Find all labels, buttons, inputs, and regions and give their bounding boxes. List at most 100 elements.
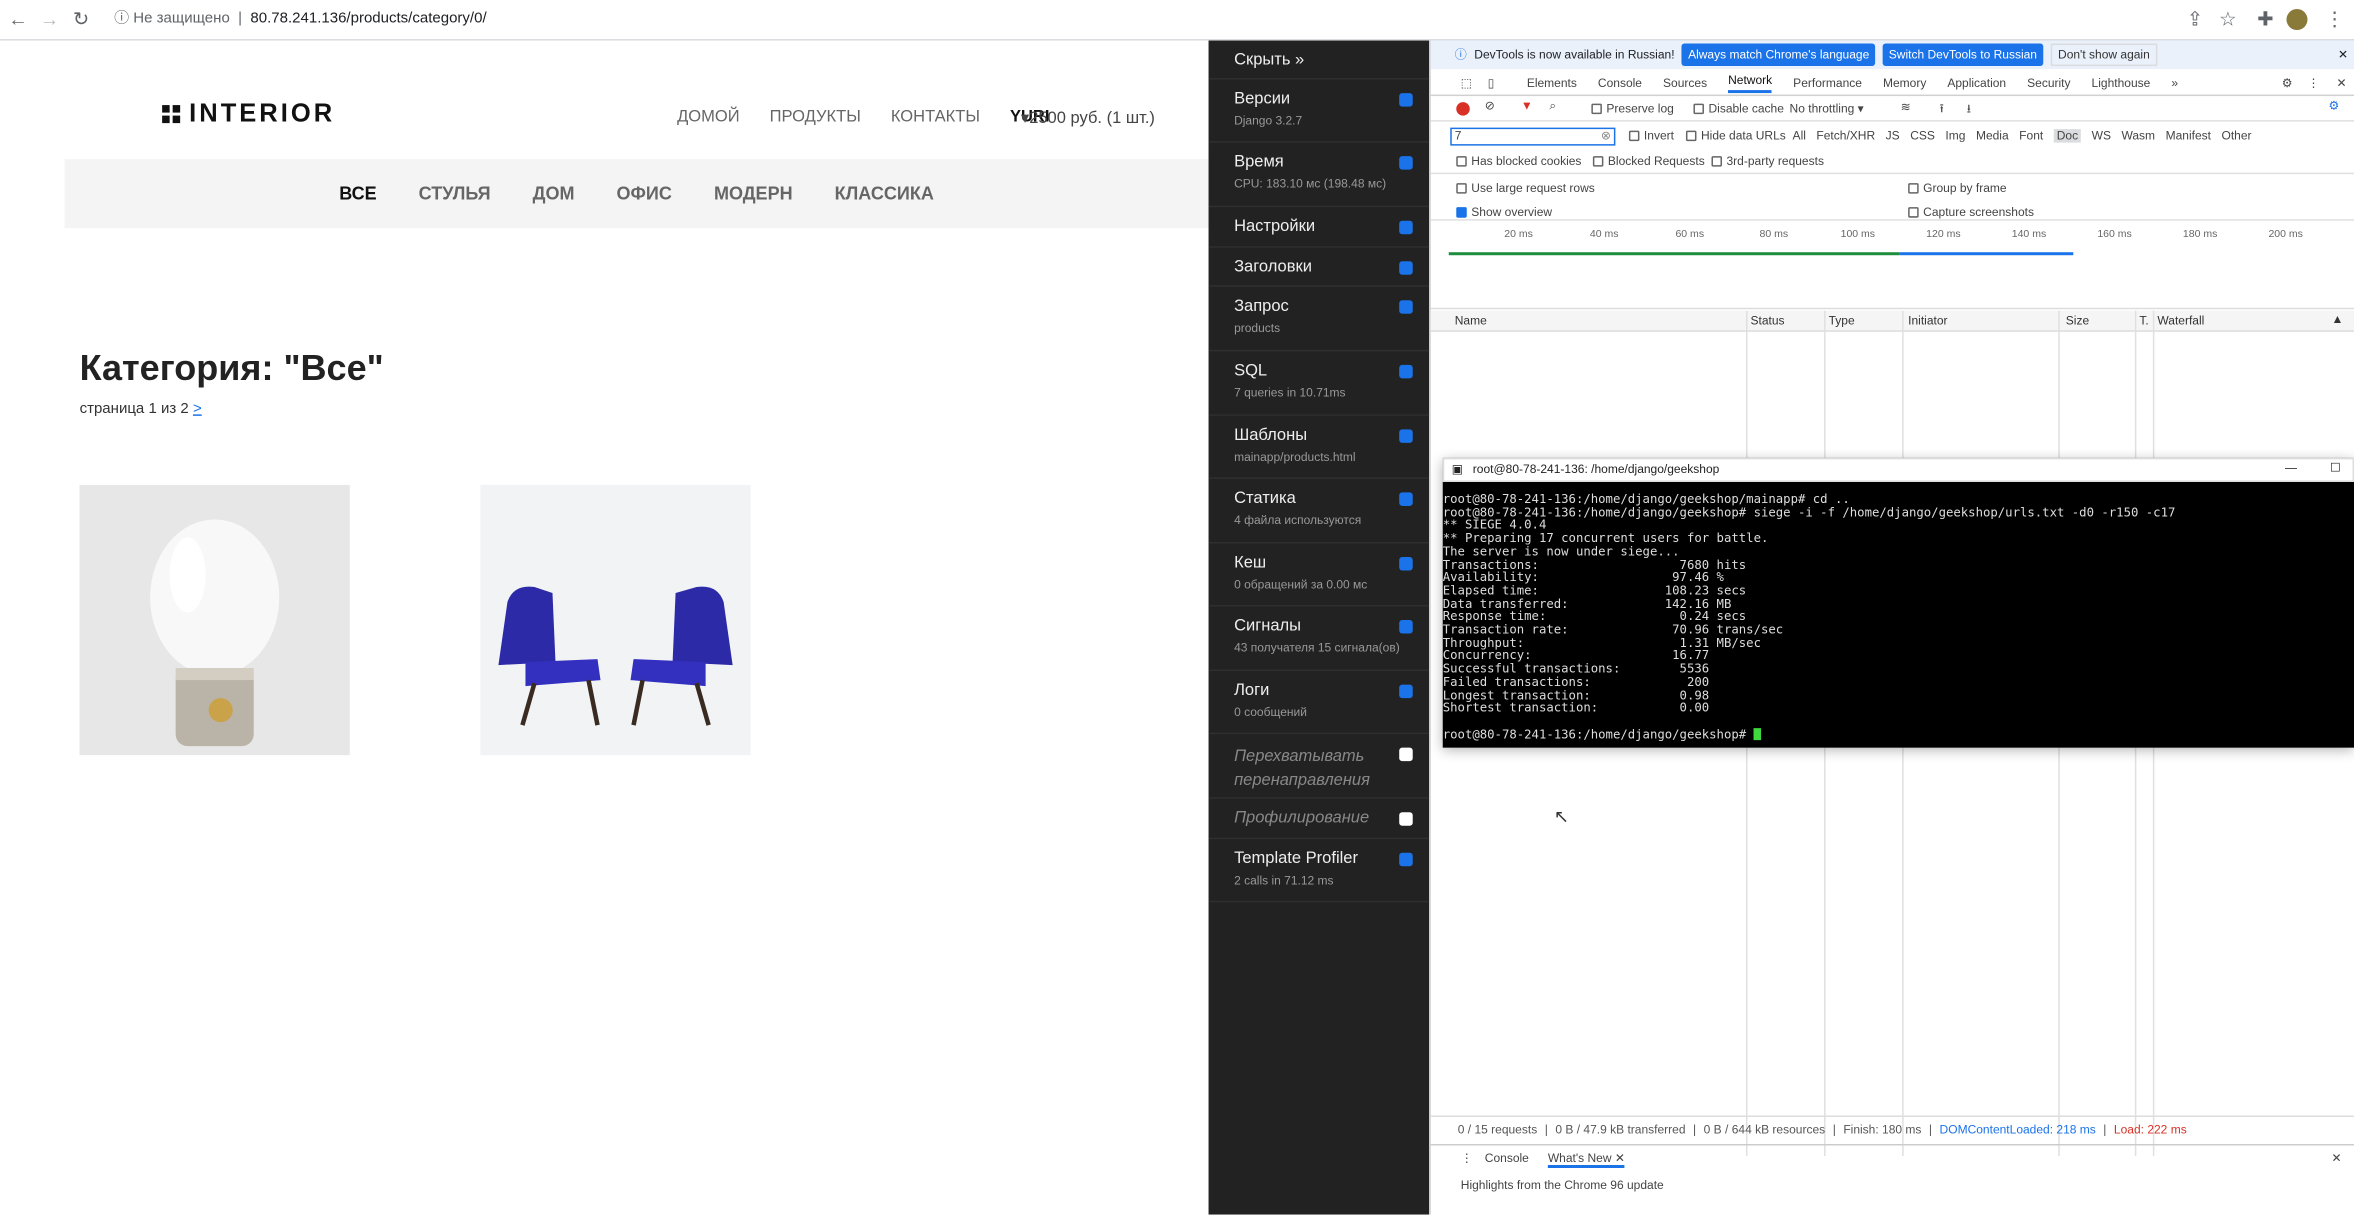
category-classic[interactable]: КЛАССИКА bbox=[835, 183, 934, 204]
extensions-icon[interactable]: ✚ bbox=[2255, 8, 2276, 30]
next-page-link[interactable]: > bbox=[193, 401, 202, 418]
terminal-titlebar[interactable]: ▣ root@80-78-241-136: /home/django/geeks… bbox=[1442, 457, 2354, 482]
panel-checkbox[interactable] bbox=[1399, 156, 1413, 170]
drawer-menu-icon[interactable]: ⋮ bbox=[1461, 1151, 1473, 1165]
djdt-panel-request[interactable]: Запрос products bbox=[1234, 297, 1423, 335]
tab-elements[interactable]: Elements bbox=[1527, 76, 1577, 90]
upload-icon[interactable]: ⭱ bbox=[1940, 101, 1944, 122]
tab-sources[interactable]: Sources bbox=[1663, 76, 1707, 90]
djdt-panel-settings[interactable]: Настройки bbox=[1234, 218, 1423, 236]
djdt-panel-profiling[interactable]: Профилирование bbox=[1234, 809, 1423, 827]
type-manifest[interactable]: Manifest bbox=[2166, 129, 2211, 143]
close-icon[interactable]: ✕ bbox=[2338, 48, 2348, 62]
clear-icon[interactable]: ⊘ bbox=[1485, 99, 1495, 113]
filter-input[interactable]: 7 ⊗ bbox=[1450, 127, 1616, 146]
group-by-frame-checkbox[interactable]: Group by frame bbox=[1908, 182, 2007, 195]
tab-application[interactable]: Application bbox=[1947, 76, 2006, 90]
capture-screenshots-checkbox[interactable]: Capture screenshots bbox=[1908, 206, 2034, 219]
minimize-icon[interactable]: — bbox=[2285, 461, 2297, 475]
type-doc[interactable]: Doc bbox=[2053, 129, 2082, 143]
search-icon[interactable]: ⌕ bbox=[1549, 99, 1556, 114]
panel-checkbox[interactable] bbox=[1399, 747, 1413, 762]
panel-checkbox[interactable] bbox=[1399, 852, 1413, 867]
terminal-output[interactable]: root@80-78-241-136:/home/django/geekshop… bbox=[1443, 492, 2354, 740]
match-language-button[interactable]: Always match Chrome's language bbox=[1682, 43, 1876, 67]
category-office[interactable]: ОФИС bbox=[617, 183, 672, 204]
panel-checkbox[interactable] bbox=[1399, 620, 1413, 634]
reload-icon[interactable]: ↻ bbox=[71, 8, 92, 30]
type-font[interactable]: Font bbox=[2019, 129, 2043, 143]
dont-show-button[interactable]: Don't show again bbox=[2050, 43, 2158, 67]
star-icon[interactable]: ☆ bbox=[2217, 8, 2238, 30]
col-size[interactable]: Size bbox=[2066, 314, 2089, 328]
djdt-panel-logging[interactable]: Логи 0 сообщений bbox=[1234, 682, 1423, 719]
network-overview[interactable]: 20 ms 40 ms 60 ms 80 ms 100 ms 120 ms 14… bbox=[1430, 222, 2354, 310]
djdt-panel-static[interactable]: Статика 4 файла используются bbox=[1234, 489, 1423, 527]
panel-checkbox[interactable] bbox=[1399, 364, 1413, 379]
category-modern[interactable]: МОДЕРН bbox=[714, 183, 793, 204]
avatar[interactable] bbox=[2286, 9, 2308, 31]
third-party-checkbox[interactable]: 3rd-party requests bbox=[1711, 155, 1824, 168]
tab-lighthouse[interactable]: Lighthouse bbox=[2092, 76, 2151, 90]
large-rows-checkbox[interactable]: Use large request rows bbox=[1456, 182, 1595, 195]
more-tabs-icon[interactable]: » bbox=[2171, 76, 2178, 90]
clear-filter-icon[interactable]: ⊗ bbox=[1601, 129, 1611, 144]
terminal-window[interactable]: ▣ root@80-78-241-136: /home/django/geeks… bbox=[1442, 457, 2354, 748]
panel-checkbox[interactable] bbox=[1399, 492, 1413, 506]
col-type[interactable]: Type bbox=[1829, 314, 1855, 328]
panel-checkbox[interactable] bbox=[1399, 684, 1413, 699]
inspect-icon[interactable]: ⬚ bbox=[1461, 76, 1472, 90]
djdt-panel-cache[interactable]: Кеш 0 обращений за 0.00 мс bbox=[1234, 554, 1423, 592]
sort-icon[interactable]: ▲ bbox=[2332, 312, 2344, 326]
category-chairs[interactable]: СТУЛЬЯ bbox=[419, 183, 491, 204]
nav-home[interactable]: ДОМОЙ bbox=[677, 108, 740, 126]
col-initiator[interactable]: Initiator bbox=[1908, 314, 1947, 328]
djdt-panel-time[interactable]: Время CPU: 183.10 мс (198.48 мс) bbox=[1234, 153, 1423, 191]
throttling-select[interactable]: No throttling ▾ bbox=[1790, 102, 1864, 116]
share-icon[interactable]: ⇪ bbox=[2184, 8, 2205, 30]
nav-contacts[interactable]: КОНТАКТЫ bbox=[891, 108, 980, 126]
blocked-requests-checkbox[interactable]: Blocked Requests bbox=[1592, 155, 1705, 168]
cart-summary[interactable]: ▾2500 руб. (1 шт.) bbox=[1021, 108, 1155, 128]
record-icon[interactable] bbox=[1456, 102, 1470, 116]
disable-cache-checkbox[interactable]: Disable cache bbox=[1693, 102, 1784, 116]
info-icon[interactable]: ⓘ bbox=[114, 11, 129, 28]
tab-console[interactable]: Console bbox=[1598, 76, 1642, 90]
type-wasm[interactable]: Wasm bbox=[2121, 129, 2155, 143]
kebab-icon[interactable]: ⋮ bbox=[2307, 76, 2319, 90]
col-waterfall[interactable]: Waterfall bbox=[2157, 314, 2204, 328]
category-home[interactable]: ДОМ bbox=[533, 183, 575, 204]
settings-icon[interactable]: ⚙ bbox=[2329, 99, 2340, 113]
preserve-log-checkbox[interactable]: Preserve log bbox=[1591, 102, 1674, 116]
panel-checkbox[interactable] bbox=[1399, 93, 1413, 107]
forward-icon[interactable]: → bbox=[39, 8, 60, 30]
product-image-chairs[interactable] bbox=[480, 484, 751, 756]
invert-checkbox[interactable]: Invert bbox=[1628, 129, 1674, 143]
type-css[interactable]: CSS bbox=[1910, 129, 1935, 143]
type-js[interactable]: JS bbox=[1886, 129, 1900, 143]
col-time[interactable]: T. bbox=[2139, 314, 2148, 328]
show-overview-checkbox[interactable]: Show overview bbox=[1456, 206, 1552, 219]
nav-products[interactable]: ПРОДУКТЫ bbox=[770, 108, 861, 126]
close-icon[interactable]: ✕ bbox=[2336, 76, 2346, 90]
type-all[interactable]: All bbox=[1793, 129, 1806, 143]
url-text[interactable]: 80.78.241.136/products/category/0/ bbox=[250, 11, 486, 28]
omnibox[interactable]: ⓘ Не защищено | 80.78.241.136/products/c… bbox=[114, 9, 487, 30]
djdt-panel-headers[interactable]: Заголовки bbox=[1234, 258, 1423, 276]
djdt-panel-redirects[interactable]: Перехватывать перенаправления bbox=[1234, 745, 1423, 793]
menu-icon[interactable]: ⋮ bbox=[2324, 8, 2345, 30]
djdt-panel-versions[interactable]: Версии Django 3.2.7 bbox=[1234, 90, 1423, 128]
close-icon[interactable]: ✕ bbox=[1615, 1151, 1625, 1165]
drawer-tab-console[interactable]: Console bbox=[1485, 1151, 1529, 1165]
type-ws[interactable]: WS bbox=[2092, 129, 2111, 143]
panel-checkbox[interactable] bbox=[1399, 261, 1413, 275]
panel-checkbox[interactable] bbox=[1399, 220, 1413, 235]
maximize-icon[interactable]: ☐ bbox=[2330, 461, 2341, 475]
product-image-lamp[interactable] bbox=[79, 484, 350, 756]
filter-icon[interactable]: ▼ bbox=[1521, 99, 1533, 113]
blocked-cookies-checkbox[interactable]: Has blocked cookies bbox=[1456, 155, 1581, 168]
col-name[interactable]: Name bbox=[1455, 314, 1487, 328]
djdt-panel-sql[interactable]: SQL 7 queries in 10.71ms bbox=[1234, 362, 1423, 399]
type-img[interactable]: Img bbox=[1945, 129, 1965, 143]
back-icon[interactable]: ← bbox=[8, 8, 29, 30]
